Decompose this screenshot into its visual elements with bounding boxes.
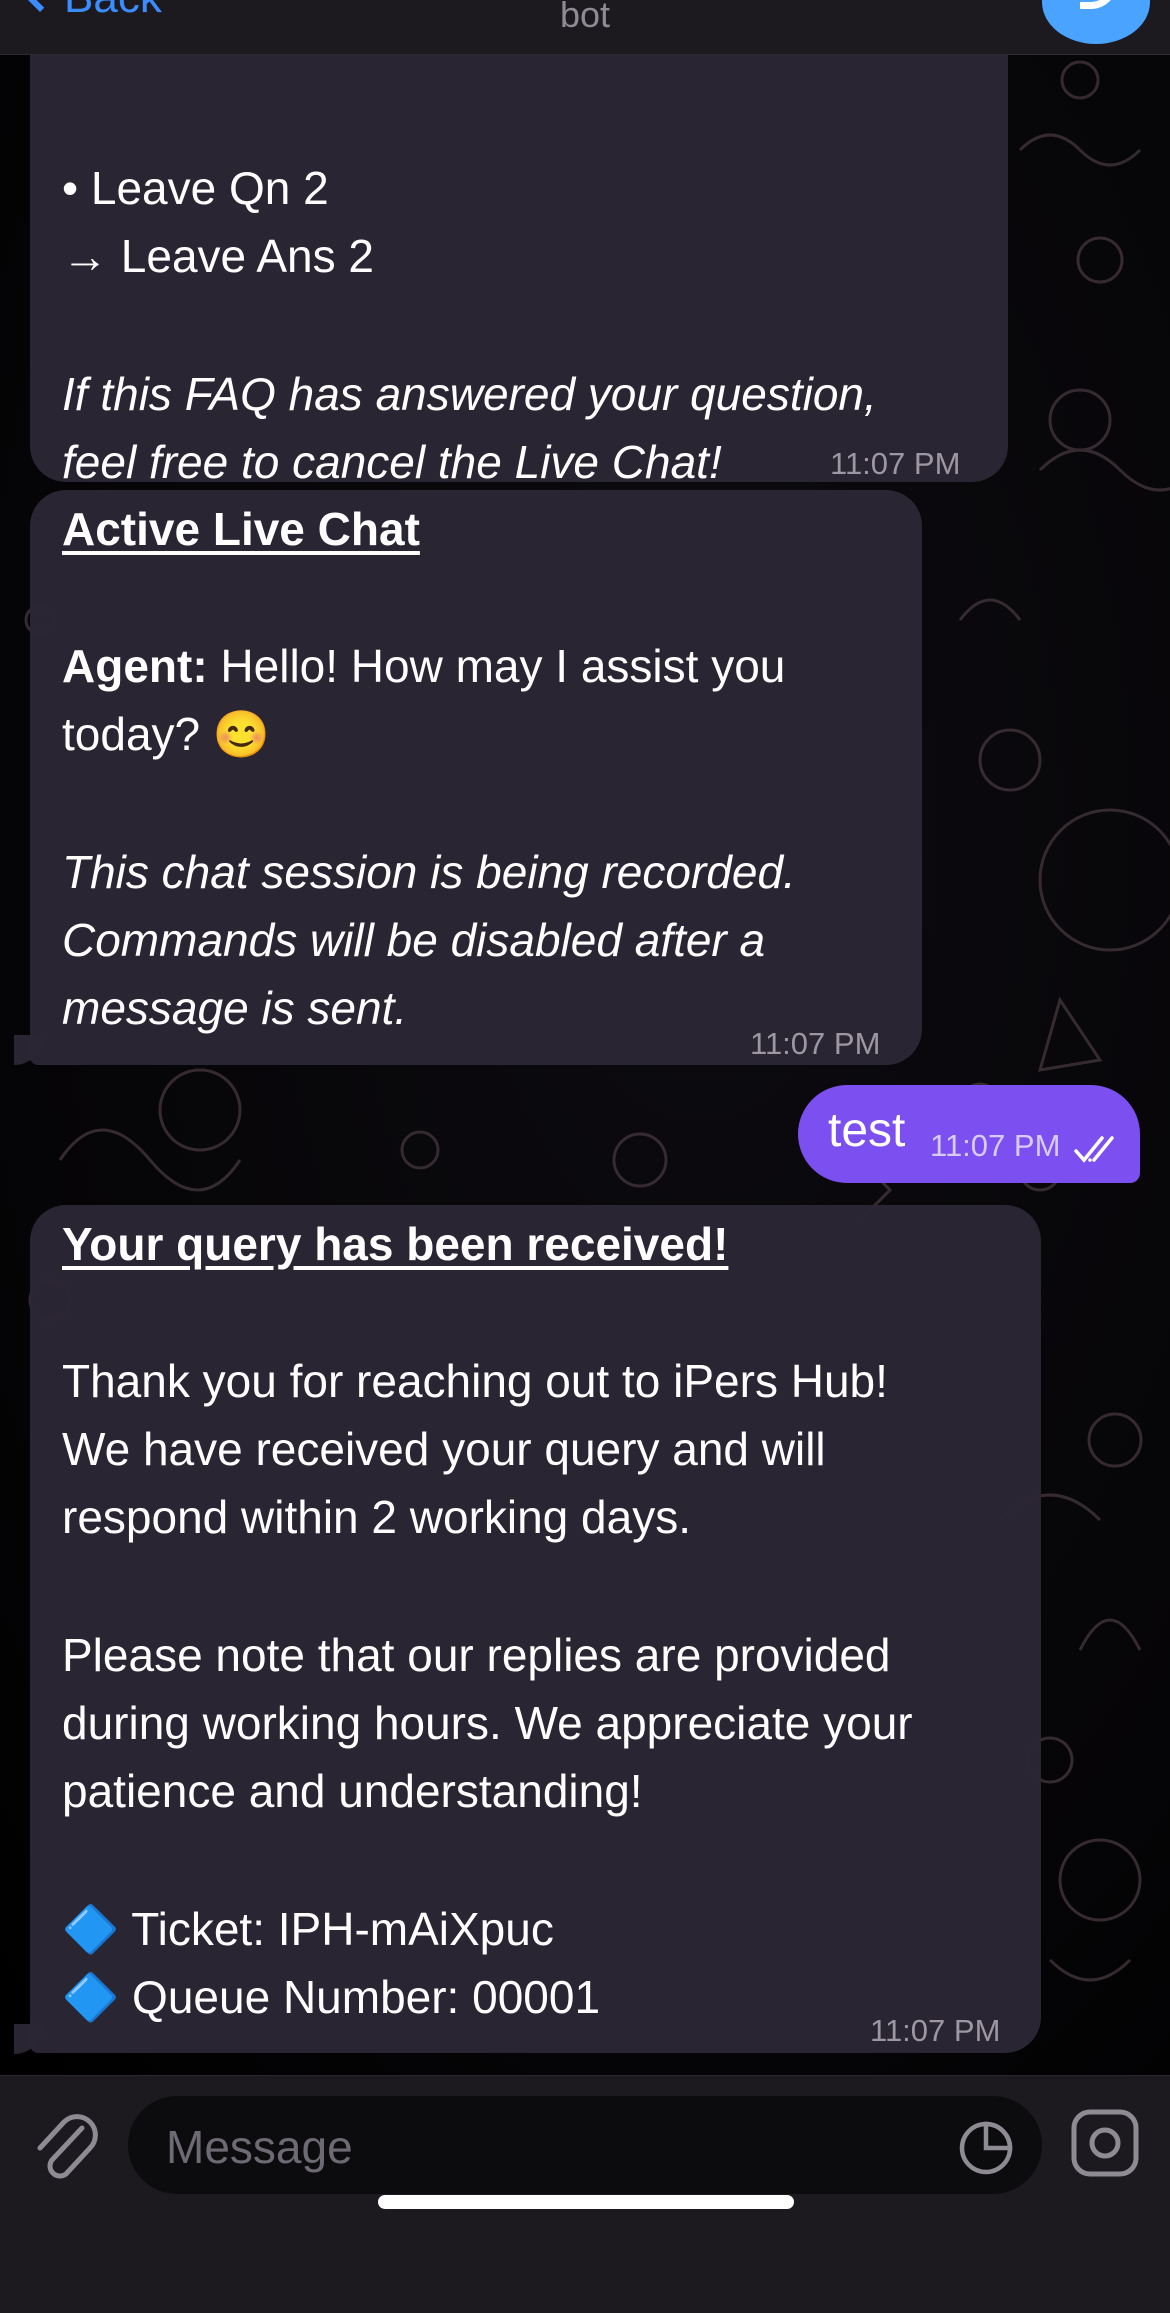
message-time: 11:07 PM (930, 1128, 1061, 1163)
message-placeholder: Message (166, 2121, 353, 2173)
home-indicator (378, 2195, 794, 2209)
live-chat-note-1: This chat session is being recorded. (62, 846, 796, 898)
outgoing-text: test (828, 1104, 906, 1157)
paperclip-icon[interactable] (30, 2106, 100, 2186)
message-composer: Message (0, 2075, 1170, 2313)
faq-note-line-2: feel free to cancel the Live Chat! (62, 436, 722, 488)
message-input[interactable]: Message (128, 2096, 1042, 2194)
para1-line-3: respond within 2 working days. (62, 1491, 691, 1543)
message-outgoing[interactable]: test 11:07 PM (798, 1085, 1140, 1183)
para1-line-2: We have received your query and will (62, 1423, 826, 1475)
agent-text-1: Hello! How may I assist you (220, 640, 786, 692)
moon-timer-icon[interactable] (958, 2120, 1014, 2176)
query-title: Your query has been received! (62, 1218, 729, 1270)
avatar-glyph (1080, 0, 1117, 9)
live-chat-note-3: message is sent. (62, 982, 408, 1034)
para1-line-1: Thank you for reaching out to iPers Hub! (62, 1355, 888, 1407)
message-faq[interactable]: • Leave Qn 2 → Leave Ans 2 If this FAQ h… (30, 30, 1008, 488)
live-chat-title: Active Live Chat (62, 503, 420, 555)
sticker-icon[interactable] (1070, 2108, 1140, 2178)
para2-line-1: Please note that our replies are provide… (62, 1629, 891, 1681)
para2-line-3: patience and understanding! (62, 1765, 643, 1817)
ticket-line: 🔷 Ticket: IPH-mAiXpuc (62, 1903, 554, 1955)
faq-line-1: • Leave Qn 2 (62, 162, 329, 214)
faq-line-2: → Leave Ans 2 (62, 230, 374, 282)
message-query-received[interactable]: Your query has been received! Thank you … (30, 1205, 1041, 2053)
para2-line-2: during working hours. We appreciate your (62, 1697, 913, 1749)
message-time: 11:07 PM (870, 2013, 1001, 2048)
message-time: 11:07 PM (750, 1026, 881, 1061)
message-time: 11:07 PM (830, 446, 961, 481)
queue-line: 🔷 Queue Number: 00001 (62, 1971, 601, 2023)
avatar[interactable] (1042, 0, 1150, 44)
message-live-chat[interactable]: Active Live Chat Agent: Hello! How may I… (30, 490, 922, 1065)
live-chat-note-2: Commands will be disabled after a (62, 914, 766, 966)
top-bar: Back bot (0, 0, 1170, 55)
agent-text-2: today? 😊 (62, 708, 271, 760)
chat-subtitle: bot (559, 0, 611, 35)
double-check-icon (1074, 1136, 1114, 1163)
agent-label: Agent: (62, 640, 208, 692)
faq-note-line-1: If this FAQ has answered your question, (62, 368, 877, 420)
